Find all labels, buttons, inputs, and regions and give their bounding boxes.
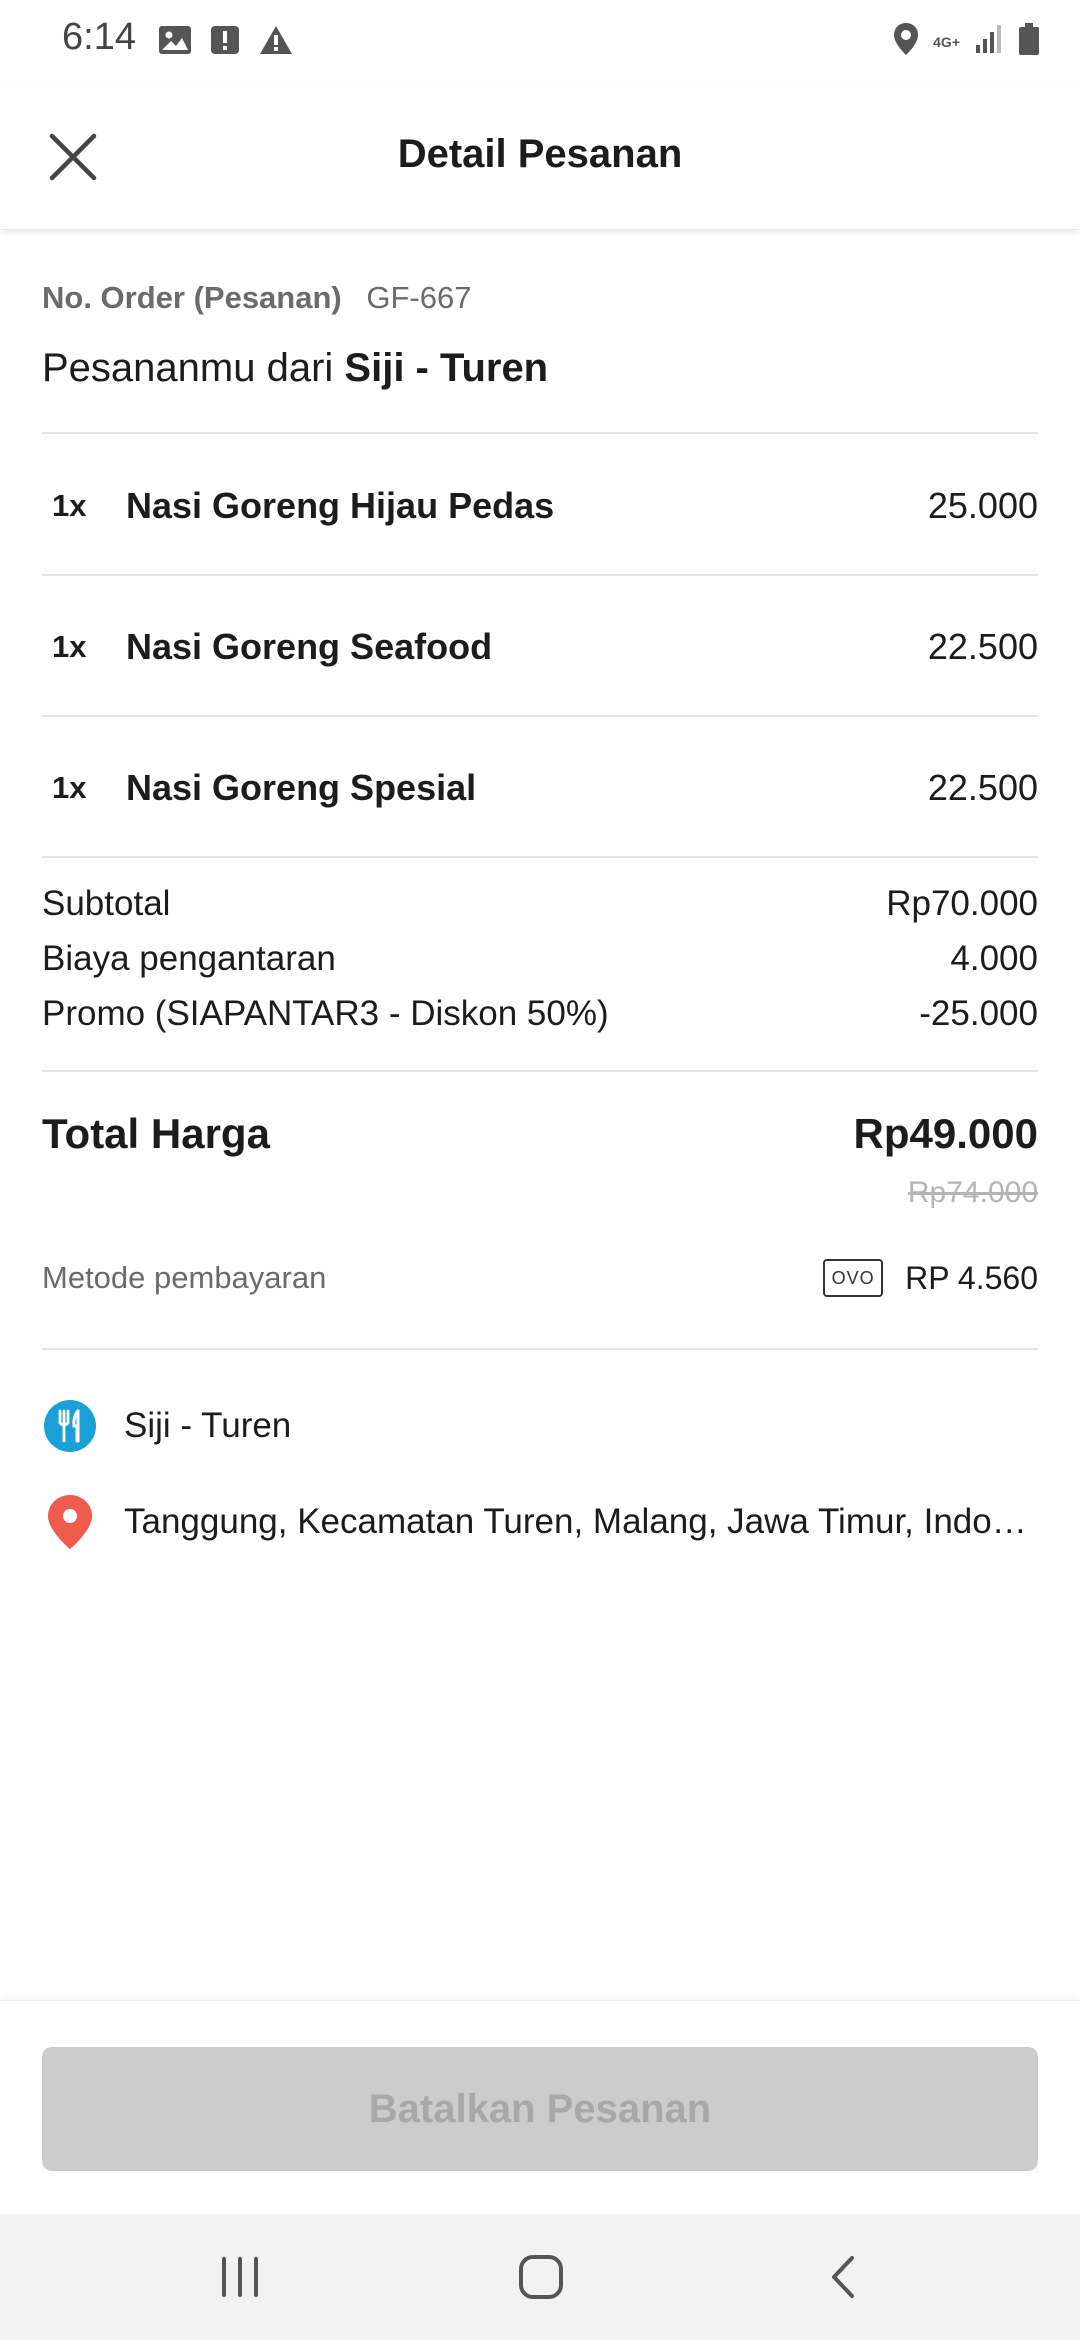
payment-method-row: Metode pembayaran OVO RP 4.560 xyxy=(42,1250,1038,1306)
promo-label: Promo (SIAPANTAR3 - Diskon 50%) xyxy=(42,994,609,1033)
payment-method-label: Metode pembayaran xyxy=(42,1260,327,1295)
order-number: No. Order (Pesanan) GF-667 xyxy=(42,280,471,316)
cancel-order-button[interactable]: Batalkan Pesanan xyxy=(42,2047,1038,2171)
bottom-action-bar: Batalkan Pesanan xyxy=(0,2000,1080,2214)
back-icon xyxy=(832,2256,854,2298)
ovo-payment-badge: OVO xyxy=(823,1259,884,1297)
delivery-address-text: Tanggung, Kecamatan Turen, Malang, Jawa … xyxy=(124,1502,1034,1541)
location-icon xyxy=(893,22,919,61)
item-quantity: 1x xyxy=(52,629,87,664)
total-value: Rp49.000 xyxy=(853,1110,1038,1157)
total-label: Total Harga xyxy=(42,1110,270,1157)
delivery-fee-row: Biaya pengantaran 4.000 xyxy=(42,939,1038,979)
delivery-fee-label: Biaya pengantaran xyxy=(42,939,336,978)
app-bar: Detail Pesanan xyxy=(0,84,1080,230)
home-icon xyxy=(519,2255,563,2299)
status-bar: 6:14 4G+ xyxy=(0,0,1080,84)
subtotal-label: Subtotal xyxy=(42,884,171,923)
item-quantity: 1x xyxy=(52,488,87,523)
status-notification-icons xyxy=(158,24,294,61)
battery-icon xyxy=(1018,22,1040,61)
promo-value: -25.000 xyxy=(919,994,1038,1033)
system-navigation-bar xyxy=(0,2214,1080,2340)
payment-amount: RP 4.560 xyxy=(905,1259,1038,1296)
status-system-icons: 4G+ xyxy=(893,22,1040,61)
item-name: Nasi Goreng Hijau Pedas xyxy=(126,485,555,526)
divider xyxy=(42,574,1038,576)
item-name: Nasi Goreng Seafood xyxy=(126,626,493,667)
item-quantity: 1x xyxy=(52,770,87,805)
order-from: Pesananmu dari Siji - Turen xyxy=(42,346,548,391)
home-button[interactable] xyxy=(506,2252,576,2302)
network-type-label: 4G+ xyxy=(933,33,960,50)
subtotal-row: Subtotal Rp70.000 xyxy=(42,884,1038,924)
divider xyxy=(42,432,1038,434)
item-price: 25.000 xyxy=(927,485,1038,526)
promo-row: Promo (SIAPANTAR3 - Diskon 50%) -25.000 xyxy=(42,994,1038,1034)
order-number-value: GF-667 xyxy=(366,280,472,315)
warning-icon xyxy=(258,24,294,61)
restaurant-location-row: Siji - Turen xyxy=(42,1398,1038,1454)
recents-button[interactable] xyxy=(205,2252,275,2302)
original-total-value: Rp74.000 xyxy=(907,1176,1038,1209)
divider xyxy=(42,1348,1038,1350)
order-from-prefix: Pesananmu dari xyxy=(42,346,345,390)
divider xyxy=(42,1070,1038,1072)
recents-icon xyxy=(222,2257,258,2297)
signal-icon xyxy=(974,23,1004,60)
delivery-fee-value: 4.000 xyxy=(950,939,1038,978)
divider xyxy=(42,715,1038,717)
item-price: 22.500 xyxy=(927,767,1038,808)
subtotal-value: Rp70.000 xyxy=(886,884,1038,923)
divider xyxy=(42,856,1038,858)
restaurant-location-text: Siji - Turen xyxy=(124,1406,292,1445)
back-button[interactable] xyxy=(808,2252,878,2302)
item-name: Nasi Goreng Spesial xyxy=(126,767,477,808)
delivery-address-row: Tanggung, Kecamatan Turen, Malang, Jawa … xyxy=(42,1494,1038,1550)
order-item-row: 1x Nasi Goreng Spesial 22.500 xyxy=(42,718,1038,858)
image-icon xyxy=(158,25,192,60)
order-number-label: No. Order (Pesanan) xyxy=(42,280,342,315)
alert-square-icon xyxy=(210,25,240,60)
order-restaurant-name: Siji - Turen xyxy=(344,346,549,390)
total-row: Total Harga Rp49.000 xyxy=(42,1110,1038,1158)
order-item-row: 1x Nasi Goreng Seafood 22.500 xyxy=(42,577,1038,717)
page-title: Detail Pesanan xyxy=(397,132,683,176)
map-pin-icon xyxy=(42,1494,98,1550)
status-time: 6:14 xyxy=(62,16,136,58)
item-price: 22.500 xyxy=(927,626,1038,667)
restaurant-icon xyxy=(42,1398,98,1454)
order-item-row: 1x Nasi Goreng Hijau Pedas 25.000 xyxy=(42,436,1038,576)
